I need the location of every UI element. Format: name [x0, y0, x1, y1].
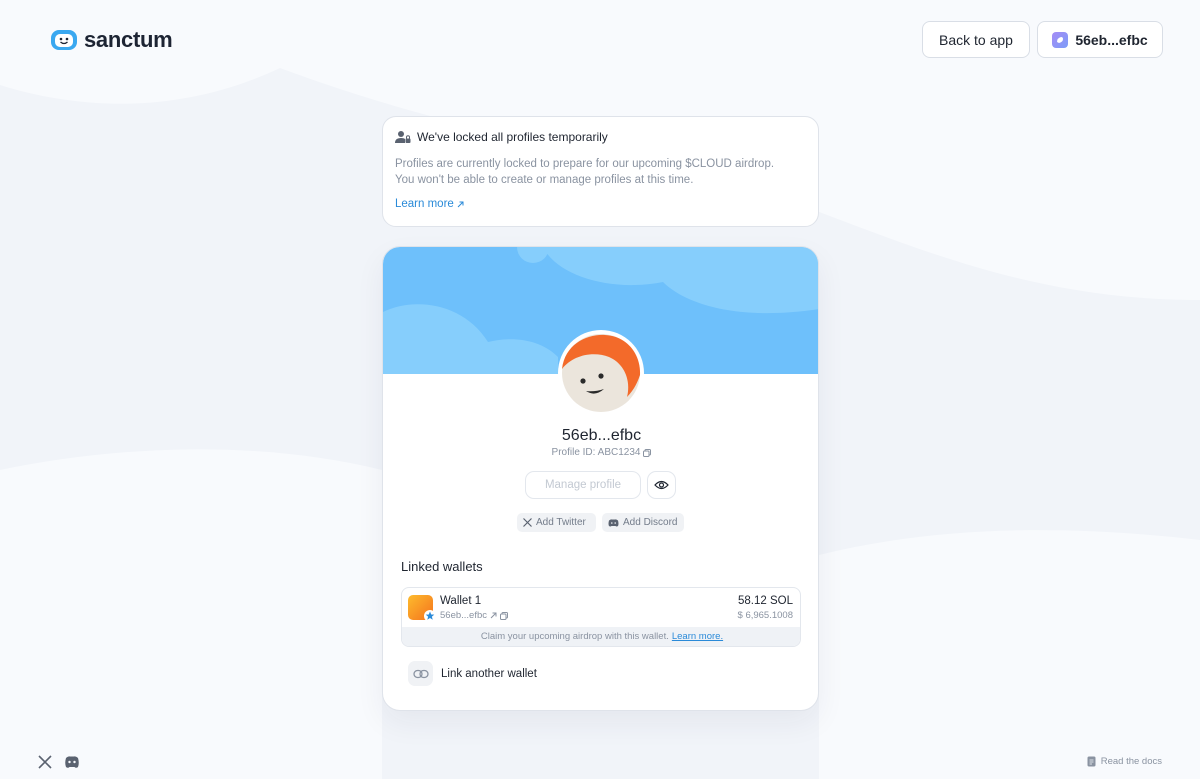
read-the-docs-label: Read the docs — [1100, 756, 1162, 767]
notice-body: Profiles are currently locked to prepare… — [395, 156, 806, 188]
external-arrow-icon — [457, 201, 464, 207]
wallet-balance: 58.12 SOL — [738, 595, 793, 607]
link-chain-icon — [408, 661, 433, 686]
copy-icon[interactable] — [500, 611, 509, 620]
copy-icon[interactable] — [643, 448, 652, 457]
profiles-locked-notice: We've locked all profiles temporarily Pr… — [382, 116, 819, 227]
claim-text: Claim your upcoming airdrop with this wa… — [480, 631, 669, 642]
add-twitter-label: Add Twitter — [536, 517, 586, 528]
manage-profile-button[interactable]: Manage profile — [525, 471, 641, 499]
add-discord-button[interactable]: Add Discord — [602, 513, 684, 532]
claim-learn-more-link[interactable]: Learn more. — [672, 631, 723, 642]
notice-body-line-2: You won't be able to create or manage pr… — [395, 174, 694, 186]
user-lock-icon — [395, 131, 411, 143]
profile-avatar — [558, 330, 644, 416]
profile-id-label: Profile ID: ABC1234 — [551, 447, 641, 458]
wallet-address-row: 56eb...efbc — [440, 610, 509, 621]
discord-icon[interactable] — [64, 755, 80, 769]
learn-more-link[interactable]: Learn more — [395, 198, 464, 210]
wallet-address: 56eb...efbc — [440, 610, 488, 621]
view-profile-button[interactable] — [647, 471, 676, 499]
add-discord-label: Add Discord — [623, 517, 678, 528]
sanctum-logo-icon — [51, 30, 77, 50]
eye-icon — [654, 480, 669, 490]
wallet-name: Wallet 1 — [440, 595, 482, 607]
discord-icon — [608, 518, 619, 526]
airdrop-claim-banner: Claim your upcoming airdrop with this wa… — [402, 627, 800, 646]
link-another-wallet-button[interactable]: Link another wallet — [408, 661, 537, 686]
linked-wallets-heading: Linked wallets — [401, 559, 483, 574]
external-link-icon[interactable] — [490, 612, 497, 619]
back-to-app-button[interactable]: Back to app — [922, 21, 1030, 58]
wallet-row[interactable]: Wallet 1 56eb...efbc 58.12 SOL $ 6,965.1… — [401, 587, 801, 647]
wallet-avatar-icon — [1052, 31, 1069, 48]
wallet-usd-value: $ 6,965.1008 — [737, 610, 793, 621]
top-bar: sanctum Back to app 56eb...efbc — [0, 0, 1200, 80]
document-icon — [1087, 756, 1096, 767]
wallet-address: 56eb...efbc — [1075, 31, 1148, 48]
x-twitter-icon[interactable] — [38, 755, 52, 769]
read-the-docs-link[interactable]: Read the docs — [1087, 756, 1162, 767]
notice-title: We've locked all profiles temporarily — [417, 130, 608, 144]
primary-star-icon — [424, 610, 436, 622]
add-twitter-button[interactable]: Add Twitter — [517, 513, 596, 532]
learn-more-label: Learn more — [395, 198, 454, 210]
brand-name: sanctum — [84, 27, 173, 52]
x-logo-icon — [523, 518, 532, 527]
brand-logo[interactable]: sanctum — [50, 27, 173, 53]
wallet-button[interactable]: 56eb...efbc — [1037, 21, 1163, 58]
profile-id: Profile ID: ABC1234 — [383, 447, 818, 458]
link-another-wallet-label: Link another wallet — [441, 667, 537, 680]
profile-card: 56eb...efbc Profile ID: ABC1234 Manage p… — [382, 246, 819, 711]
profile-name: 56eb...efbc — [561, 427, 642, 444]
notice-body-line-1: Profiles are currently locked to prepare… — [395, 158, 775, 170]
